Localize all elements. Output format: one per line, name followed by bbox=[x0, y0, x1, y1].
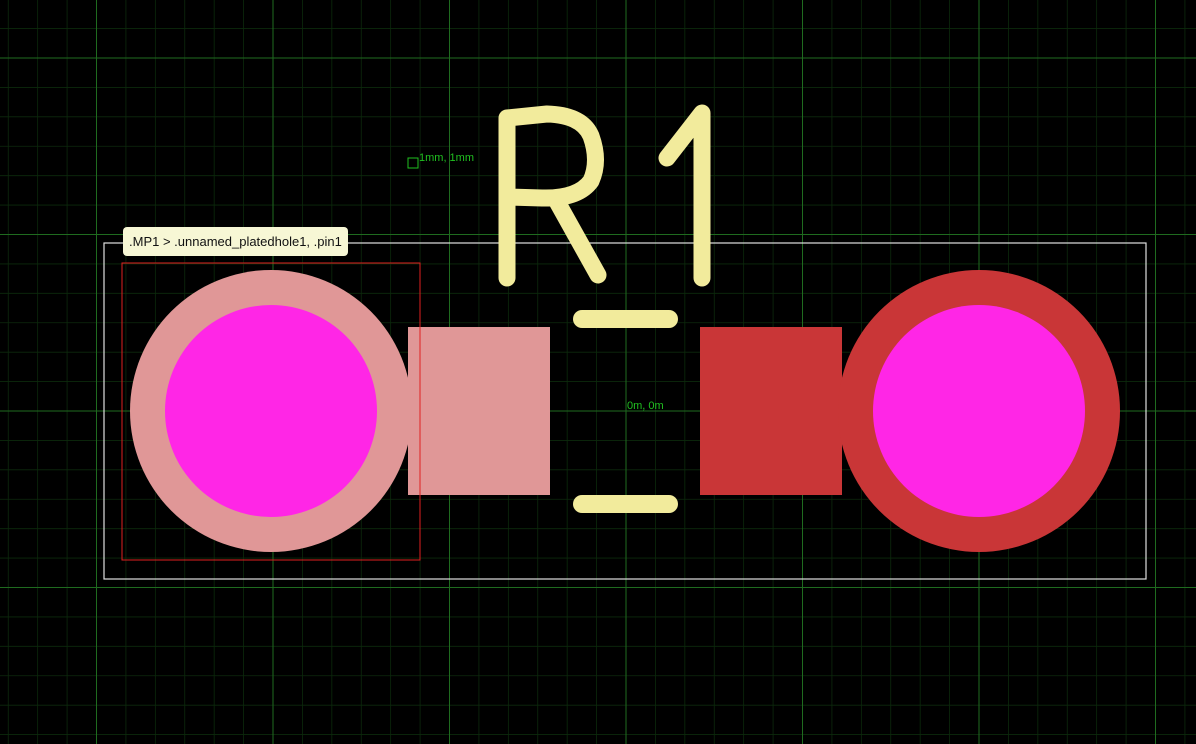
grid-origin-marker-icon bbox=[407, 157, 419, 169]
designator-glyphs bbox=[498, 104, 711, 287]
smt-pad-right[interactable] bbox=[700, 327, 842, 495]
smt-pad-left[interactable] bbox=[408, 327, 550, 495]
plated-hole-left-drill[interactable] bbox=[165, 305, 377, 517]
origin-label: 0m, 0m bbox=[627, 400, 664, 412]
grid-step-label: 1mm, 1mm bbox=[419, 152, 474, 164]
plated-hole-right-drill[interactable] bbox=[873, 305, 1085, 517]
pcb-viewer-canvas[interactable]: R1 1mm, 1mm 0m, 0m bbox=[0, 0, 1196, 744]
hover-tooltip: .MP1 > .unnamed_platedhole1, .pin1 bbox=[123, 227, 348, 256]
